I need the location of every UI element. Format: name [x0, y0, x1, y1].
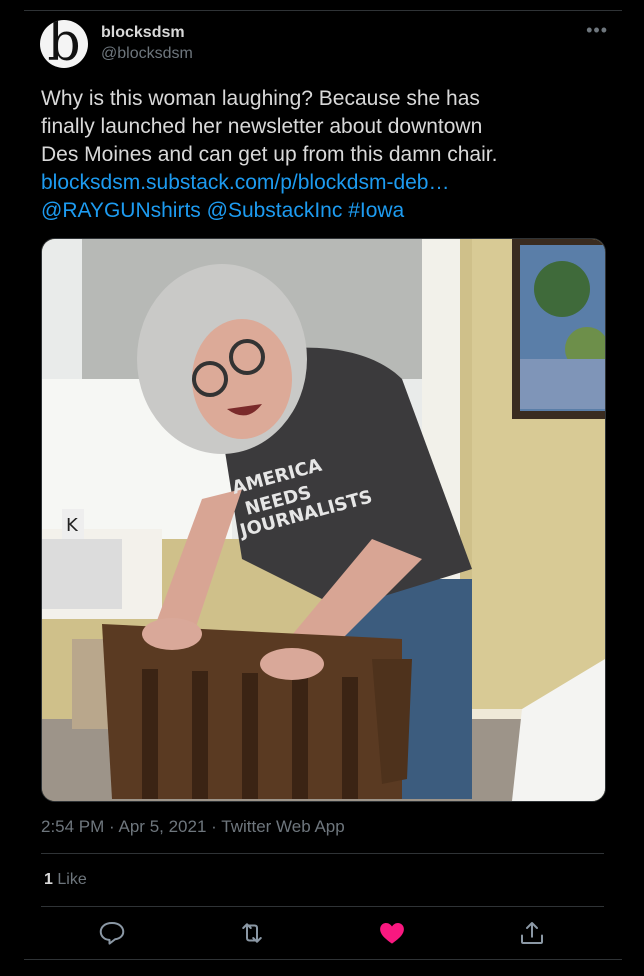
- tweet-photo[interactable]: K AMERICA NEEDS JOURNALISTS: [41, 238, 606, 802]
- photo-illustration: K AMERICA NEEDS JOURNALISTS: [42, 239, 605, 801]
- share-icon: [521, 922, 543, 944]
- tweet-header: b blocksdsm @blocksdsm •••: [40, 20, 610, 70]
- newsletter-link[interactable]: blocksdsm.substack.com/p/blockdsm-deb…: [41, 169, 601, 197]
- divider: [41, 853, 604, 854]
- tweet-date[interactable]: Apr 5, 2021: [119, 817, 207, 836]
- tweet-text-line: Des Moines and can get up from this damn…: [41, 143, 498, 166]
- meta-separator: ·: [109, 817, 115, 836]
- share-button[interactable]: [517, 918, 547, 948]
- likes-count[interactable]: 1 Like: [44, 871, 87, 889]
- heart-filled-icon: [380, 923, 404, 944]
- tweet-text: Why is this woman laughing? Because she …: [41, 85, 601, 225]
- tweet-meta: 2:54 PM · Apr 5, 2021 · Twitter Web App: [41, 817, 345, 837]
- avatar-letter: b: [47, 20, 81, 68]
- divider: [41, 906, 604, 907]
- retweet-button[interactable]: [237, 918, 267, 948]
- tweet-source-app[interactable]: Twitter Web App: [221, 817, 344, 836]
- mention-raygunshirts[interactable]: @RAYGUNshirts: [41, 199, 201, 222]
- reply-button[interactable]: [97, 918, 127, 948]
- tweet-tags-line: @RAYGUNshirts @SubstackInc #Iowa: [41, 197, 601, 225]
- retweet-icon: [242, 923, 262, 943]
- reply-icon: [99, 922, 125, 945]
- tweet-time[interactable]: 2:54 PM: [41, 817, 104, 836]
- author-display-name[interactable]: blocksdsm: [101, 23, 193, 43]
- like-count: 1: [44, 871, 53, 888]
- more-options-icon[interactable]: •••: [586, 20, 608, 41]
- like-label: Like: [57, 871, 87, 888]
- avatar[interactable]: b: [40, 20, 88, 68]
- mention-substackinc[interactable]: @SubstackInc: [207, 199, 343, 222]
- mug-letter: K: [66, 515, 79, 536]
- like-button[interactable]: [377, 918, 407, 948]
- author-handle[interactable]: @blocksdsm: [101, 44, 193, 64]
- hashtag-iowa[interactable]: #Iowa: [348, 199, 404, 222]
- tweet-text-line: Why is this woman laughing? Because she …: [41, 87, 480, 110]
- author-names: blocksdsm @blocksdsm: [101, 23, 193, 64]
- tweet-text-line: finally launched her newsletter about do…: [41, 115, 483, 138]
- meta-separator: ·: [211, 817, 217, 836]
- tweet-actions: [41, 918, 604, 948]
